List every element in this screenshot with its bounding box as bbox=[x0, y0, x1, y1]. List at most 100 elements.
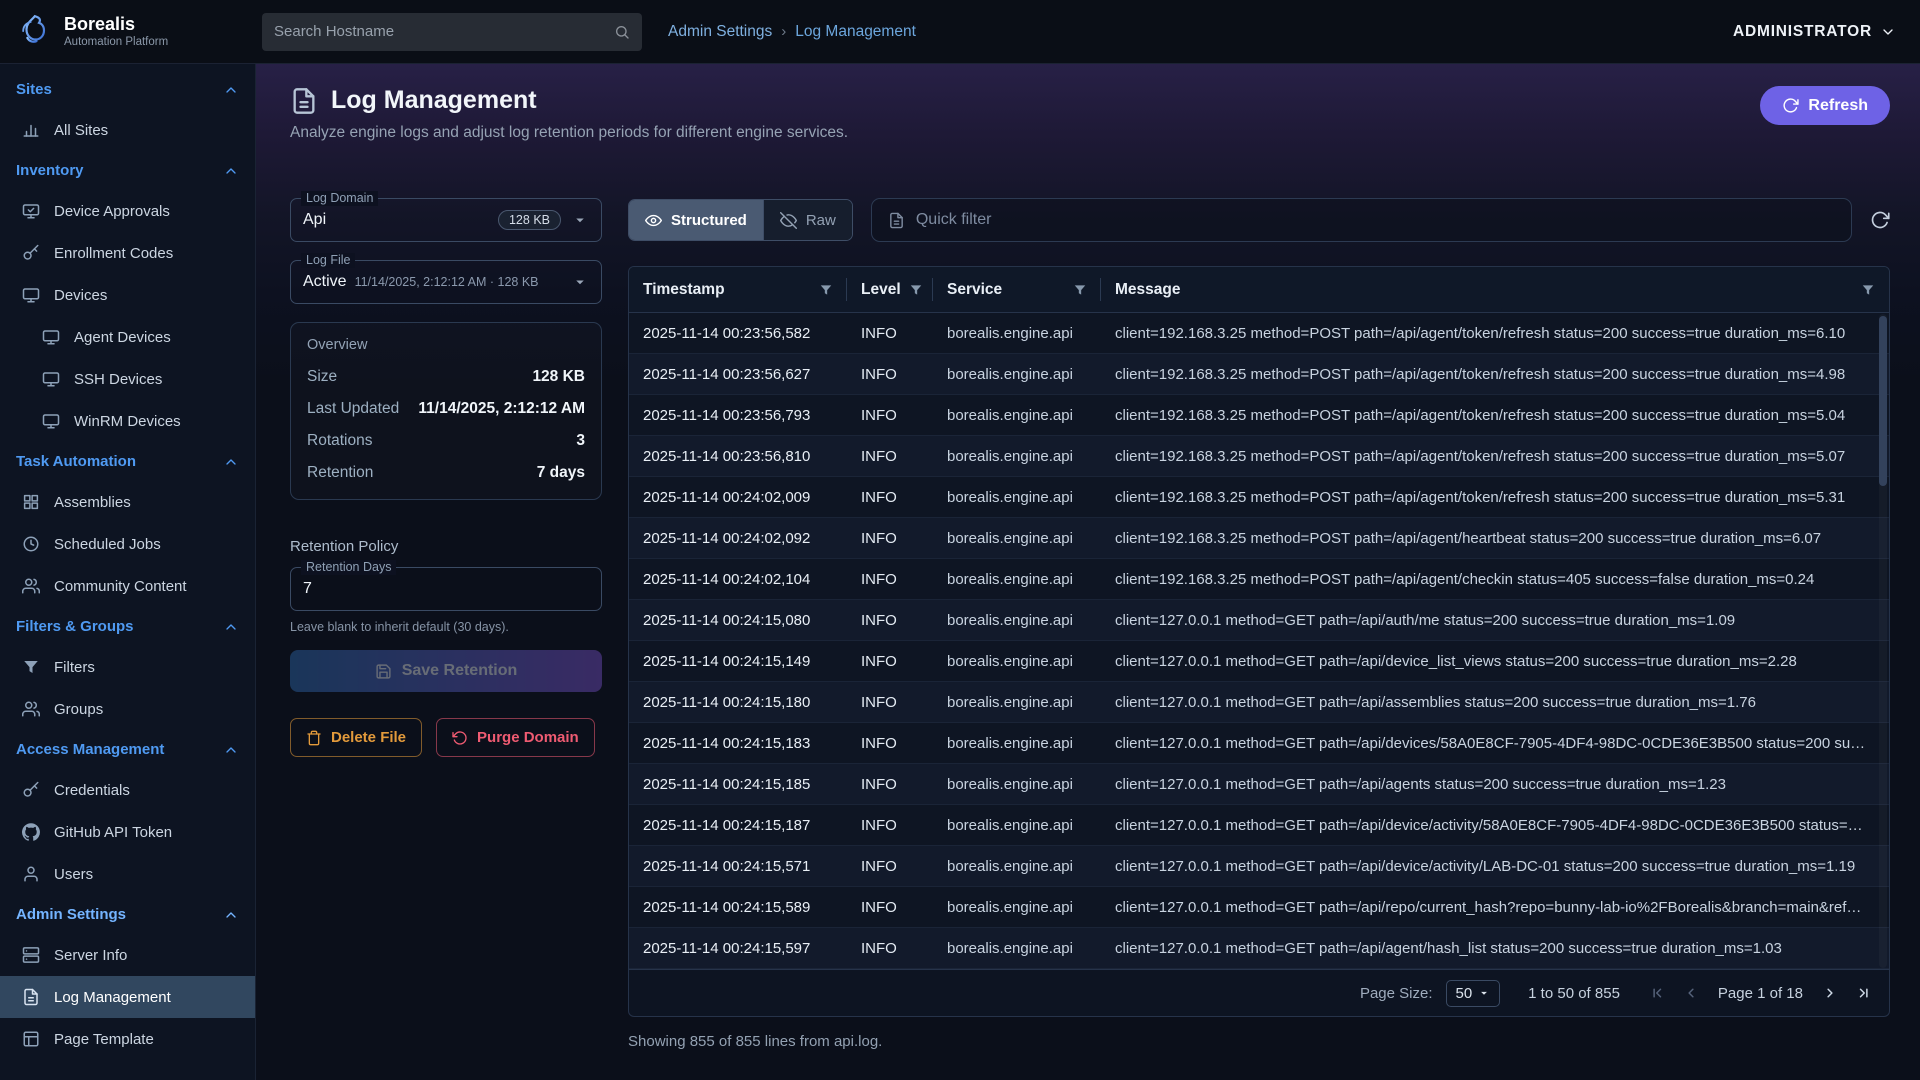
purge-domain-button[interactable]: Purge Domain bbox=[436, 718, 595, 757]
delete-file-button[interactable]: Delete File bbox=[290, 718, 422, 757]
log-row[interactable]: 2025-11-14 00:24:02,092INFOborealis.engi… bbox=[629, 518, 1889, 559]
table-refresh-icon[interactable] bbox=[1870, 210, 1890, 230]
sidebar-item-scheduled-jobs[interactable]: Scheduled Jobs bbox=[0, 523, 255, 565]
sidebar-item-groups[interactable]: Groups bbox=[0, 688, 255, 730]
sidebar-item-credentials[interactable]: Credentials bbox=[0, 769, 255, 811]
quick-filter-input[interactable] bbox=[916, 211, 1835, 229]
log-row[interactable]: 2025-11-14 00:24:15,080INFOborealis.engi… bbox=[629, 600, 1889, 641]
sidebar-section-access-management[interactable]: Access Management bbox=[0, 730, 255, 769]
column-header-service[interactable]: Service bbox=[933, 267, 1101, 312]
sidebar-item-label: Assemblies bbox=[54, 494, 131, 511]
prev-page-button[interactable] bbox=[1682, 984, 1700, 1002]
search-input[interactable] bbox=[274, 23, 614, 40]
log-row[interactable]: 2025-11-14 00:24:15,571INFOborealis.engi… bbox=[629, 846, 1889, 887]
log-row[interactable]: 2025-11-14 00:23:56,627INFOborealis.engi… bbox=[629, 354, 1889, 395]
retention-days-input[interactable] bbox=[303, 580, 589, 598]
hostname-search[interactable] bbox=[262, 13, 642, 51]
sidebar-item-ssh-devices[interactable]: SSH Devices bbox=[0, 358, 255, 400]
table-scrollbar[interactable] bbox=[1879, 314, 1887, 968]
log-file-select[interactable]: Log File Active 11/14/2025, 2:12:12 AM ·… bbox=[290, 260, 602, 304]
log-row[interactable]: 2025-11-14 00:24:15,597INFOborealis.engi… bbox=[629, 928, 1889, 969]
sidebar-item-users[interactable]: Users bbox=[0, 853, 255, 895]
table-header: Timestamp Level Service bbox=[629, 267, 1889, 313]
log-row[interactable]: 2025-11-14 00:24:15,187INFOborealis.engi… bbox=[629, 805, 1889, 846]
retention-days-field[interactable]: Retention Days bbox=[290, 567, 602, 611]
chevron-up-icon bbox=[223, 82, 239, 98]
sidebar-section-inventory[interactable]: Inventory bbox=[0, 151, 255, 190]
monitor-icon bbox=[42, 412, 60, 430]
sidebar-item-server-info[interactable]: Server Info bbox=[0, 934, 255, 976]
sidebar-item-filters[interactable]: Filters bbox=[0, 646, 255, 688]
structured-toggle[interactable]: Structured bbox=[629, 200, 763, 240]
sidebar-item-enrollment-codes[interactable]: Enrollment Codes bbox=[0, 232, 255, 274]
people-icon bbox=[22, 577, 40, 595]
sidebar-item-all-sites[interactable]: All Sites bbox=[0, 109, 255, 151]
chevron-up-icon bbox=[223, 454, 239, 470]
filter-icon[interactable] bbox=[819, 283, 833, 297]
log-row[interactable]: 2025-11-14 00:24:15,149INFOborealis.engi… bbox=[629, 641, 1889, 682]
log-timestamp: 2025-11-14 00:24:15,080 bbox=[629, 600, 847, 640]
log-domain-value: Api bbox=[303, 211, 326, 229]
breadcrumb-item-log-management[interactable]: Log Management bbox=[795, 23, 916, 41]
sidebar-item-agent-devices[interactable]: Agent Devices bbox=[0, 316, 255, 358]
log-row[interactable]: 2025-11-14 00:24:02,009INFOborealis.engi… bbox=[629, 477, 1889, 518]
search-icon[interactable] bbox=[614, 24, 630, 40]
log-message: client=127.0.0.1 method=GET path=/api/as… bbox=[1101, 682, 1889, 722]
last-page-button[interactable] bbox=[1853, 984, 1871, 1002]
scrollbar-thumb[interactable] bbox=[1879, 316, 1887, 486]
log-row[interactable]: 2025-11-14 00:24:15,180INFOborealis.engi… bbox=[629, 682, 1889, 723]
user-menu[interactable]: ADMINISTRATOR bbox=[1733, 23, 1896, 41]
next-page-button[interactable] bbox=[1821, 984, 1839, 1002]
page-size-select[interactable]: 50 bbox=[1446, 980, 1500, 1007]
sidebar-item-winrm-devices[interactable]: WinRM Devices bbox=[0, 400, 255, 442]
overview-label: Size bbox=[307, 368, 337, 386]
sidebar-item-assemblies[interactable]: Assemblies bbox=[0, 481, 255, 523]
overview-label: Rotations bbox=[307, 432, 372, 450]
sidebar-section-sites[interactable]: Sites bbox=[0, 70, 255, 109]
page-size-value: 50 bbox=[1455, 985, 1472, 1002]
quick-filter[interactable] bbox=[871, 198, 1852, 242]
filter-icon[interactable] bbox=[1861, 283, 1875, 297]
log-row[interactable]: 2025-11-14 00:24:02,104INFOborealis.engi… bbox=[629, 559, 1889, 600]
sidebar-item-community-content[interactable]: Community Content bbox=[0, 565, 255, 607]
column-label: Timestamp bbox=[643, 281, 725, 299]
filter-icon[interactable] bbox=[909, 283, 923, 297]
log-service: borealis.engine.api bbox=[933, 928, 1101, 968]
sidebar-item-label: Devices bbox=[54, 287, 107, 304]
log-row[interactable]: 2025-11-14 00:24:15,183INFOborealis.engi… bbox=[629, 723, 1889, 764]
sidebar-section-filters-groups[interactable]: Filters & Groups bbox=[0, 607, 255, 646]
save-retention-button[interactable]: Save Retention bbox=[290, 650, 602, 692]
column-header-timestamp[interactable]: Timestamp bbox=[629, 267, 847, 312]
column-header-level[interactable]: Level bbox=[847, 267, 933, 312]
log-level: INFO bbox=[847, 436, 933, 476]
refresh-button[interactable]: Refresh bbox=[1760, 86, 1890, 125]
sidebar-item-device-approvals[interactable]: Device Approvals bbox=[0, 190, 255, 232]
lines-summary: Showing 855 of 855 lines from api.log. bbox=[628, 1033, 1890, 1050]
danger-actions: Delete File Purge Domain bbox=[290, 718, 602, 757]
overview-row: Rotations3 bbox=[307, 425, 585, 457]
sidebar-section-admin-settings[interactable]: Admin Settings bbox=[0, 895, 255, 934]
sidebar-item-label: Agent Devices bbox=[74, 329, 171, 346]
raw-toggle[interactable]: Raw bbox=[763, 200, 852, 240]
log-row[interactable]: 2025-11-14 00:24:15,185INFOborealis.engi… bbox=[629, 764, 1889, 805]
sidebar-item-log-management[interactable]: Log Management bbox=[0, 976, 255, 1018]
log-row[interactable]: 2025-11-14 00:23:56,810INFOborealis.engi… bbox=[629, 436, 1889, 477]
log-table: Timestamp Level Service bbox=[628, 266, 1890, 1017]
first-page-button[interactable] bbox=[1650, 984, 1668, 1002]
log-service: borealis.engine.api bbox=[933, 518, 1101, 558]
sidebar-item-page-template[interactable]: Page Template bbox=[0, 1018, 255, 1060]
section-label: Inventory bbox=[16, 162, 84, 179]
log-timestamp: 2025-11-14 00:23:56,793 bbox=[629, 395, 847, 435]
filter-icon[interactable] bbox=[1073, 283, 1087, 297]
sidebar-item-github-api-token[interactable]: GitHub API Token bbox=[0, 811, 255, 853]
log-row[interactable]: 2025-11-14 00:23:56,793INFOborealis.engi… bbox=[629, 395, 1889, 436]
sidebar-item-devices[interactable]: Devices bbox=[0, 274, 255, 316]
brand[interactable]: Borealis Automation Platform bbox=[0, 12, 256, 52]
column-header-message[interactable]: Message bbox=[1101, 267, 1889, 312]
log-domain-select[interactable]: Log Domain Api 128 KB bbox=[290, 198, 602, 242]
log-row[interactable]: 2025-11-14 00:23:56,582INFOborealis.engi… bbox=[629, 313, 1889, 354]
breadcrumb-item-admin-settings[interactable]: Admin Settings bbox=[668, 23, 772, 41]
section-label: Filters & Groups bbox=[16, 618, 134, 635]
sidebar-section-task-automation[interactable]: Task Automation bbox=[0, 442, 255, 481]
log-row[interactable]: 2025-11-14 00:24:15,589INFOborealis.engi… bbox=[629, 887, 1889, 928]
